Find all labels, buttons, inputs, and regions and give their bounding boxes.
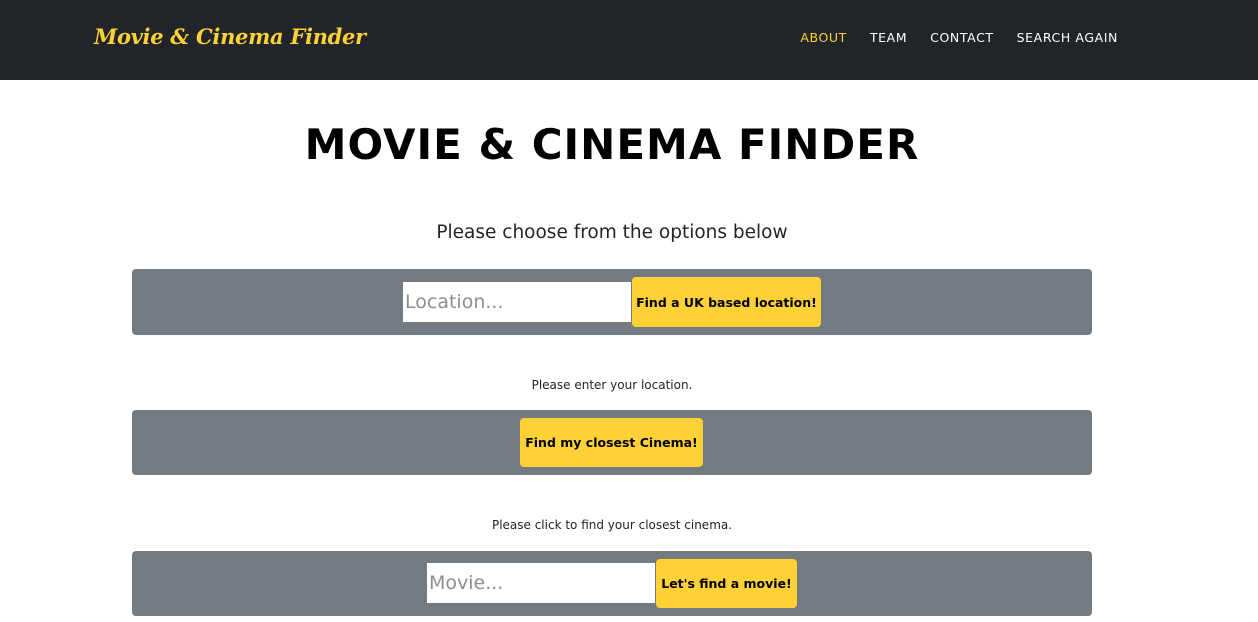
nav-link-search-again[interactable]: SEARCH AGAIN bbox=[1017, 30, 1118, 45]
closest-cinema-panel: Find my closest Cinema! bbox=[132, 410, 1092, 475]
nav-link-about[interactable]: ABOUT bbox=[800, 30, 847, 45]
page-title: MOVIE & CINEMA FINDER bbox=[304, 120, 920, 169]
find-movie-button[interactable]: Let's find a movie! bbox=[656, 559, 797, 608]
movie-input[interactable] bbox=[427, 563, 655, 603]
location-search-panel: Find a UK based location! bbox=[132, 269, 1092, 335]
location-help-text: Please enter your location. bbox=[531, 378, 693, 392]
movie-search-panel: Let's find a movie! bbox=[132, 551, 1092, 616]
page-subtitle: Please choose from the options below bbox=[436, 222, 788, 243]
find-location-button[interactable]: Find a UK based location! bbox=[632, 277, 821, 327]
brand-logo[interactable]: Movie & Cinema Finder bbox=[94, 24, 366, 49]
find-closest-cinema-button[interactable]: Find my closest Cinema! bbox=[520, 418, 703, 467]
location-input[interactable] bbox=[403, 282, 631, 322]
navbar: Movie & Cinema Finder ABOUT TEAM CONTACT… bbox=[0, 0, 1258, 80]
nav-link-team[interactable]: TEAM bbox=[870, 30, 907, 45]
nav-menu: ABOUT TEAM CONTACT SEARCH AGAIN bbox=[800, 30, 1118, 45]
cinema-help-text: Please click to find your closest cinema… bbox=[491, 518, 733, 532]
nav-link-contact[interactable]: CONTACT bbox=[930, 30, 993, 45]
